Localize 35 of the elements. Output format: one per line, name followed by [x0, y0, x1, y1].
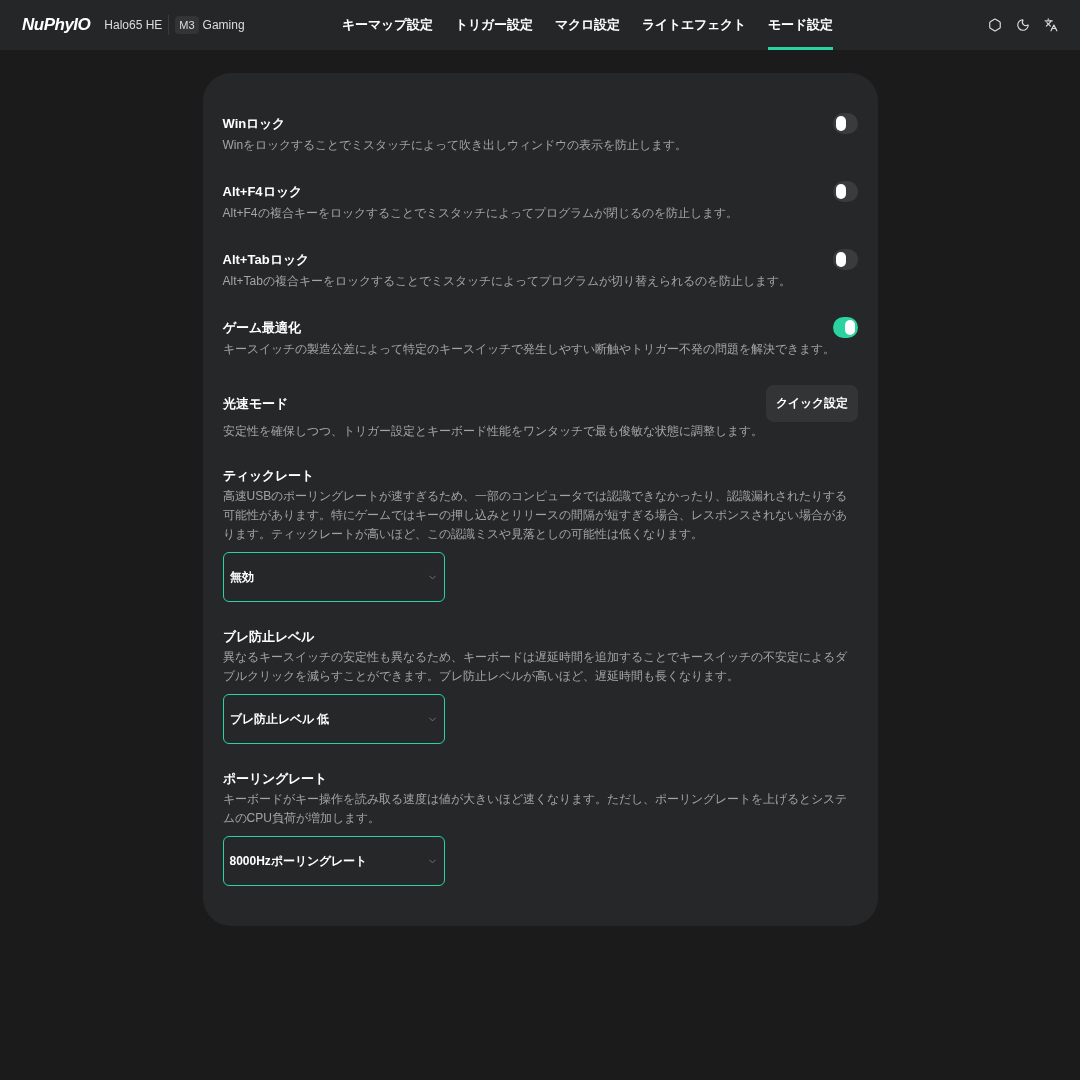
logo: NuPhyIO — [22, 15, 91, 35]
mode-badge: M3 — [175, 16, 199, 34]
setting-title: ブレ防止レベル — [222, 628, 315, 646]
setting-description: 安定性を確保しつつ、トリガー設定とキーボード性能をワンタッチで最も俊敏な状態に調整します。 — [222, 423, 764, 440]
nav-tab[interactable]: モード設定 — [768, 0, 833, 50]
device-name: Halo65 HE — [104, 18, 163, 32]
toggle-switch[interactable] — [832, 113, 858, 134]
setting-description: Alt+Tabの複合キーをロックすることでミスタッチによってプログラムが切り替えられるのを防止します。 — [222, 273, 792, 290]
dropdown[interactable]: 8000Hzポーリングレート — [222, 836, 445, 886]
setting-description: Alt+F4の複合キーをロックすることでミスタッチによってプログラムが閉じるのを防止します。 — [222, 205, 739, 222]
language-icon[interactable] — [1044, 18, 1058, 32]
dropdown[interactable]: 無効 — [222, 552, 445, 602]
setting-title: ポーリングレート — [222, 770, 328, 788]
nav-tab[interactable]: ライトエフェクト — [642, 0, 746, 50]
quick-setup-button[interactable]: クイック設定 — [765, 385, 858, 422]
setting-description: キースイッチの製造公差によって特定のキースイッチで発生しやすい断触やトリガー不発の問題を解決できます。 — [222, 341, 836, 358]
setting-title: 光速モード — [222, 394, 288, 413]
toggle-switch[interactable] — [832, 181, 858, 202]
nav-tab[interactable]: トリガー設定 — [455, 0, 533, 50]
mode-name: Gaming — [202, 18, 245, 32]
nav-tab[interactable]: キーマップ設定 — [342, 0, 433, 50]
toggle-switch[interactable] — [832, 249, 858, 270]
setting-title: Winロック — [222, 114, 286, 133]
setting-title: Alt+F4ロック — [222, 182, 302, 201]
dropdown[interactable]: ブレ防止レベル 低 — [222, 694, 445, 744]
toggle-switch[interactable] — [832, 317, 858, 338]
setting-title: ティックレート — [222, 467, 315, 485]
setting-description: 異なるキースイッチの安定性も異なるため、キーボードは遅延時間を追加することでキースイッチの不安定によるダブルクリックを減らすことができます。ブレ防止レベルが高いほど、遅延時間も長くなります。 — [222, 649, 848, 685]
setting-title: Alt+Tabロック — [222, 250, 309, 269]
setting-description: キーボードがキー操作を読み取る速度は値が大きいほど速くなります。ただし、ポーリングレートを上げるとシステムのCPU負荷が増加します。 — [222, 791, 848, 827]
setting-title: ゲーム最適化 — [222, 318, 301, 337]
nav-tab[interactable]: マクロ設定 — [555, 0, 620, 50]
setting-description: Winをロックすることでミスタッチによって吹き出しウィンドウの表示を防止します。 — [222, 137, 689, 154]
setting-description: 高速USBのポーリングレートが速すぎるため、一部のコンピュータでは認識できなかったり、認識漏れされたりする可能性があります。特にゲームではキーの押し込みとリリースの間隔が短すぎる場合、レスポンスされない場合があります。ティックレートが高いほど、この認識ミスや見落としの可能性は低くなります。 — [222, 488, 849, 543]
moon-icon[interactable] — [1016, 18, 1030, 32]
